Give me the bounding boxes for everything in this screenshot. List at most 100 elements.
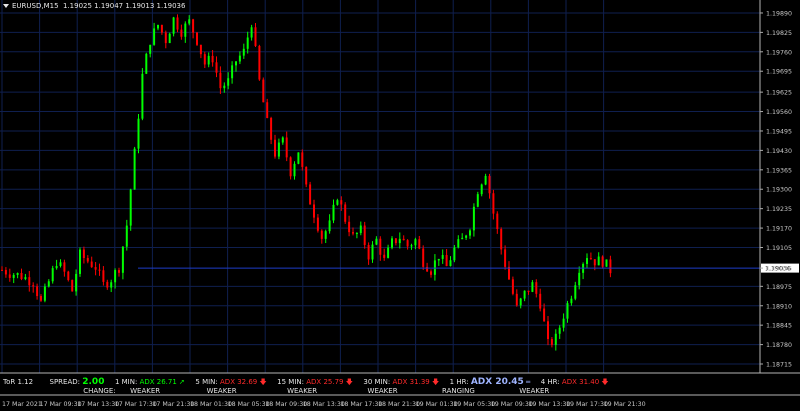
change-label: CHANGE:: [83, 387, 116, 395]
price-label: 1.19300: [766, 187, 792, 194]
candle-body: [219, 72, 222, 89]
candle-body: [332, 204, 335, 221]
candle-body: [24, 277, 27, 280]
spread-label: SPREAD:: [49, 378, 81, 386]
price-label: 1.19760: [766, 49, 792, 56]
price-label: 1.18975: [766, 284, 792, 291]
tf-30min-label: 30 MIN:: [363, 378, 391, 386]
candle-body: [16, 272, 19, 275]
candle-body: [246, 37, 249, 49]
candle-body: [465, 235, 468, 238]
candle-body: [262, 79, 265, 103]
candle-body: [422, 248, 425, 267]
price-chart[interactable]: 1.19036 1.19890 1.19825 1.19760 1.19695 1.19…: [0, 0, 800, 411]
candle-body: [480, 184, 483, 195]
candle-body: [254, 27, 257, 46]
candle-body: [227, 78, 230, 86]
candle-body: [519, 298, 522, 306]
candle-body: [36, 286, 39, 297]
price-label: 1.19235: [766, 206, 792, 213]
price-label: 1.19560: [766, 109, 792, 116]
candle-body: [196, 32, 198, 45]
candle-body: [371, 244, 374, 260]
candle-body: [363, 225, 366, 245]
candle-body: [539, 293, 542, 309]
candle-body: [410, 245, 413, 247]
candle-body: [457, 239, 460, 248]
time-label: 17 Mar 13:30: [77, 401, 119, 408]
adx-30min: ADX 31.39: [392, 378, 430, 386]
candle-body: [79, 249, 81, 274]
candle-body: [47, 281, 50, 287]
time-axis[interactable]: 17 Mar 202117 Mar 09:3017 Mar 13:3017 Ma…: [2, 401, 646, 408]
candle-body: [153, 28, 156, 45]
state-5min: WEAKER: [206, 387, 237, 395]
price-label: 1.19495: [766, 128, 792, 135]
candle-body: [8, 274, 11, 278]
candle-body: [586, 258, 588, 264]
candle-body: [472, 206, 475, 231]
candle-body: [558, 327, 561, 334]
candle-body: [270, 118, 273, 140]
candle-body: [145, 53, 148, 74]
candle-body: [570, 298, 573, 304]
candle-body: [63, 262, 66, 272]
candle-body: [500, 229, 503, 250]
candle-body: [203, 54, 206, 65]
candle-body: [527, 290, 530, 292]
candle-body: [554, 333, 557, 345]
collapse-triangle-icon[interactable]: [3, 4, 9, 8]
candle-body: [589, 258, 592, 260]
candle-body: [562, 318, 565, 328]
candle-body: [476, 194, 479, 207]
candle-body: [125, 225, 128, 247]
candle-body: [394, 238, 397, 244]
time-label: 18 Mar 01:30: [190, 401, 232, 408]
time-label: 19 Mar 01:30: [416, 401, 458, 408]
price-label: 1.19825: [766, 30, 792, 37]
candle-body: [504, 249, 507, 267]
candle-body: [51, 268, 54, 282]
candle-body: [535, 282, 538, 294]
price-label: 1.18910: [766, 303, 792, 310]
candle-body: [238, 55, 241, 62]
candle-body: [149, 44, 152, 54]
tf-1hr-label: 1 HR:: [449, 378, 469, 386]
candle-body: [543, 308, 546, 322]
candle-body: [1, 269, 3, 271]
adx-4hr: ADX 31.40: [561, 378, 600, 386]
candle-body: [102, 270, 105, 282]
candle-body: [387, 247, 390, 258]
candle-body: [531, 282, 534, 292]
candle-body: [20, 272, 23, 280]
candle-body: [328, 220, 331, 232]
adx-15min: ADX 25.79: [306, 378, 344, 386]
candle-body: [172, 17, 175, 34]
candle-body: [492, 193, 495, 214]
candle-body: [133, 148, 136, 190]
candle-body: [231, 65, 234, 79]
candle-body: [336, 200, 339, 205]
candle-body: [114, 270, 117, 283]
ohlc-values: 1.19025 1.19047 1.19013 1.19036: [63, 2, 186, 10]
candle-body: [574, 285, 577, 299]
candle-body: [71, 280, 74, 292]
trend-down-icon: 🡇: [601, 378, 609, 386]
candle-body: [484, 175, 487, 185]
candle-body: [566, 303, 569, 319]
candle-body: [433, 260, 436, 275]
candle-body: [453, 247, 456, 261]
candle-body: [293, 163, 296, 177]
indicator-name: ToR 1.12: [3, 378, 34, 386]
time-label: 18 Mar 21:30: [378, 401, 420, 408]
candle-body: [12, 274, 15, 278]
candle-body: [86, 258, 89, 262]
candle-body: [184, 23, 187, 37]
symbol-label: EURUSD,M15: [12, 2, 59, 10]
candle-body: [59, 262, 62, 266]
candle-body: [67, 271, 70, 281]
candle-body: [277, 142, 280, 157]
candle-body: [285, 137, 288, 158]
candle-body: [211, 55, 214, 63]
time-label: 19 Mar 17:30: [566, 401, 608, 408]
